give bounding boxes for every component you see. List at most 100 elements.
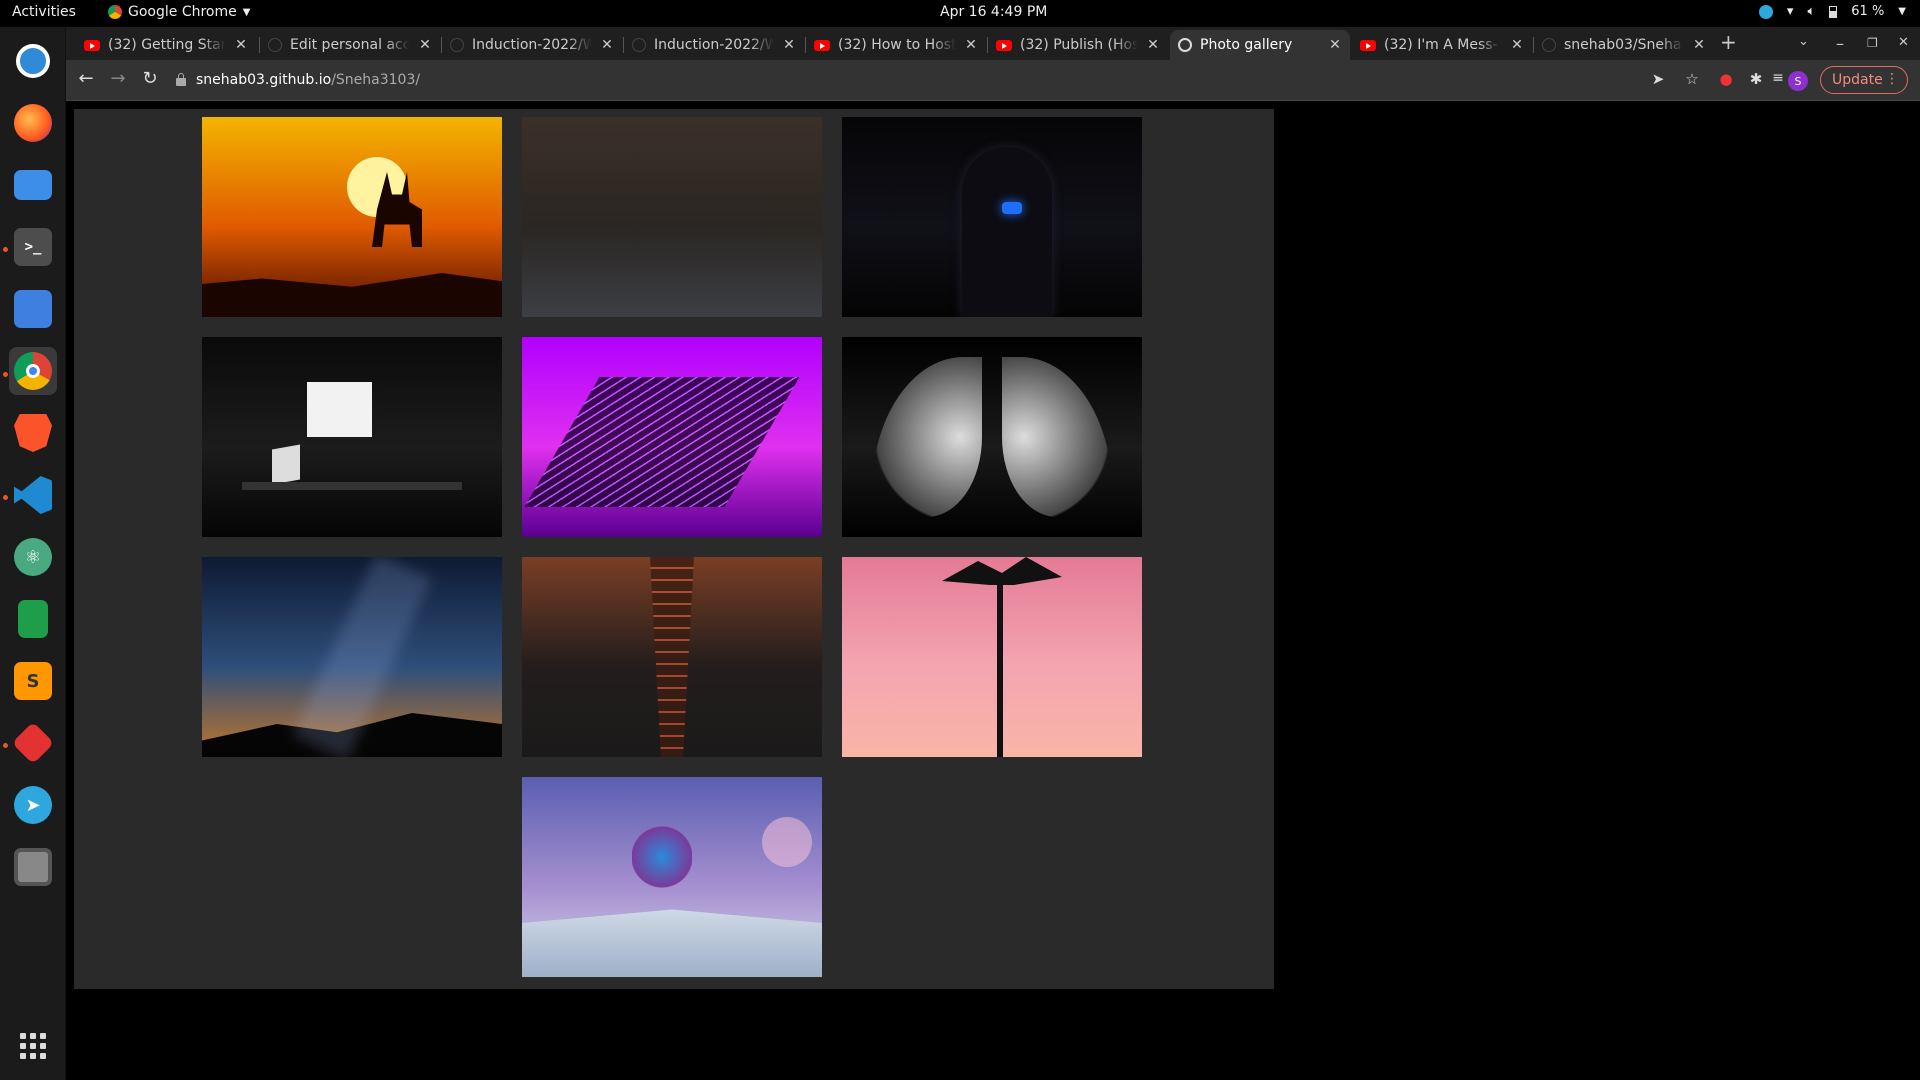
tab-photo-gallery-active[interactable]: Photo gallery ✕ — [1170, 30, 1350, 60]
running-indicator — [3, 372, 8, 377]
bookmark-star-icon[interactable]: ☆ — [1682, 70, 1702, 88]
ubuntu-help-icon — [16, 44, 50, 78]
clock[interactable]: Apr 16 4:49 PM — [940, 4, 1047, 20]
dock-chrome[interactable] — [9, 347, 57, 395]
page-viewport — [66, 100, 1920, 1080]
chrome-icon — [14, 352, 52, 390]
close-icon[interactable]: ✕ — [234, 37, 248, 53]
tab-title: Edit personal acc — [290, 37, 410, 53]
tab-strip: (32) Getting Start ✕ Edit personal acc ✕ I… — [66, 27, 1920, 60]
extensions-puzzle-icon[interactable]: ✱ — [1746, 70, 1766, 88]
tab-1[interactable]: Edit personal acc ✕ — [260, 30, 440, 60]
tab-title: Photo gallery — [1200, 37, 1293, 53]
send-tab-icon[interactable]: ➤ — [1648, 70, 1668, 88]
atom-icon: ⚛ — [14, 538, 52, 576]
tab-8[interactable]: snehab03/Sneha ✕ — [1534, 30, 1714, 60]
dock-terminal[interactable]: >_ — [9, 223, 57, 271]
angel-wings-photo[interactable] — [842, 337, 1142, 537]
laptop-neon-photo[interactable] — [522, 337, 822, 537]
tab-3[interactable]: Induction-2022/W ✕ — [624, 30, 804, 60]
palm-tree-pink-photo[interactable] — [842, 557, 1142, 757]
youtube-icon — [1360, 39, 1376, 51]
dock-sheets[interactable] — [9, 595, 57, 643]
window-close-button[interactable]: ✕ — [1898, 35, 1909, 50]
github-icon — [268, 38, 282, 52]
running-indicator — [3, 743, 8, 748]
deer-sunset-photo[interactable] — [202, 117, 502, 317]
git-icon — [11, 721, 55, 765]
dock-ubuntu-help[interactable] — [9, 37, 57, 85]
hooded-figure-photo[interactable] — [842, 117, 1142, 317]
wifi-icon: ▾ — [1786, 4, 1794, 19]
close-icon[interactable]: ✕ — [1146, 37, 1160, 53]
brave-icon — [14, 414, 52, 452]
forward-button[interactable]: → — [106, 68, 130, 89]
close-icon[interactable]: ✕ — [964, 37, 978, 53]
activities-button[interactable]: Activities — [12, 4, 76, 20]
address-bar[interactable]: snehab03.github.io/Sneha3103/ — [176, 65, 1646, 95]
tab-title: Induction-2022/W — [654, 37, 774, 53]
running-indicator — [3, 495, 8, 500]
tab-title: (32) I'm A Mess- E — [1384, 37, 1502, 53]
dock-telegram[interactable]: ➤ — [9, 781, 57, 829]
restore-button[interactable]: ❐ — [1867, 36, 1878, 50]
update-button[interactable]: Update ⋮ — [1820, 66, 1908, 94]
sublime-icon: S — [14, 662, 52, 700]
tab-search-icon[interactable]: ⌄ — [1798, 34, 1809, 49]
running-indicator — [3, 247, 8, 252]
dock-vscode[interactable] — [9, 471, 57, 519]
back-button[interactable]: ← — [74, 68, 98, 89]
book-flowers-photo[interactable] — [522, 777, 822, 977]
system-tray[interactable]: ▾ 🔈︎ 61 % ▼ — [1758, 4, 1906, 19]
close-icon[interactable]: ✕ — [1328, 37, 1342, 53]
tab-0[interactable]: (32) Getting Start ✕ — [76, 30, 256, 60]
menu-dots-icon[interactable]: ⋮ — [1885, 71, 1899, 87]
tab-7[interactable]: (32) I'm A Mess- E ✕ — [1352, 30, 1532, 60]
reload-button[interactable]: ↻ — [138, 68, 162, 89]
tab-2[interactable]: Induction-2022/W ✕ — [442, 30, 622, 60]
dock-files[interactable] — [9, 161, 57, 209]
close-icon[interactable]: ✕ — [1510, 37, 1524, 53]
battery-level: 61 % — [1851, 4, 1885, 19]
browser-toolbar: ← → ↻ snehab03.github.io/Sneha3103/ ➤ ☆ … — [66, 60, 1920, 100]
dock-git[interactable] — [9, 719, 57, 767]
dock-disks[interactable] — [9, 843, 57, 891]
extension-icon[interactable]: ● — [1716, 70, 1736, 88]
dock-mail[interactable] — [9, 285, 57, 333]
tab-title: Induction-2022/W — [472, 37, 592, 53]
tab-5[interactable]: (32) Publish (Hos ✕ — [988, 30, 1168, 60]
new-tab-button[interactable]: + — [1720, 30, 1737, 54]
app-menu[interactable]: Google Chrome ▼ — [108, 4, 250, 20]
files-icon — [14, 170, 52, 200]
github-icon — [632, 38, 646, 52]
terminal-icon: >_ — [14, 228, 52, 266]
tab-4[interactable]: (32) How to Host ✕ — [806, 30, 986, 60]
reading-list-icon[interactable]: ≡ — [1768, 70, 1788, 86]
close-icon[interactable]: ✕ — [1692, 37, 1706, 53]
close-icon[interactable]: ✕ — [418, 37, 432, 53]
youtube-icon — [996, 39, 1012, 51]
desk-setup-photo[interactable] — [202, 337, 502, 537]
close-icon[interactable]: ✕ — [600, 37, 614, 53]
volume-icon: 🔈︎ — [1807, 4, 1816, 19]
github-icon — [450, 38, 464, 52]
disks-icon — [14, 848, 52, 886]
dock: >_ ⚛ S ➤ — [0, 27, 66, 1080]
firefox-icon — [14, 104, 52, 142]
system-top-bar: Activities Google Chrome ▼ Apr 16 4:49 P… — [0, 0, 1920, 27]
lock-icon[interactable] — [176, 73, 186, 86]
dock-atom[interactable]: ⚛ — [9, 533, 57, 581]
dark-road-photo[interactable] — [522, 117, 822, 317]
close-icon[interactable]: ✕ — [782, 37, 796, 53]
minimize-button[interactable]: – — [1836, 34, 1844, 53]
dock-sublime[interactable]: S — [9, 657, 57, 705]
profile-avatar[interactable]: S — [1788, 71, 1808, 91]
show-applications-button[interactable] — [20, 1033, 46, 1059]
guitar-strings-photo[interactable] — [522, 557, 822, 757]
caret-down-icon: ▼ — [242, 6, 251, 18]
milky-way-photo[interactable] — [202, 557, 502, 757]
app-menu-label: Google Chrome — [128, 4, 237, 20]
dock-firefox[interactable] — [9, 99, 57, 147]
telegram-tray-icon[interactable] — [1758, 4, 1773, 19]
dock-brave[interactable] — [9, 409, 57, 457]
